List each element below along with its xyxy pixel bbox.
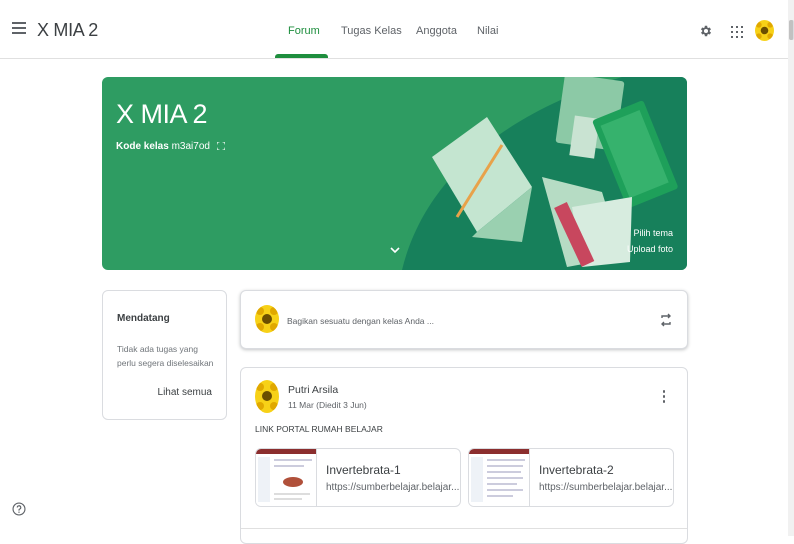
post-author: Putri Arsila <box>288 384 339 396</box>
attachment-url: https://sumberbelajar.belajar... <box>539 482 673 493</box>
repost-icon[interactable] <box>659 312 673 328</box>
class-code: Kode kelas m3ai7od <box>116 141 225 152</box>
chevron-down-icon[interactable] <box>389 245 401 255</box>
upcoming-card: Mendatang Tidak ada tugas yang perlu seg… <box>102 290 227 420</box>
upcoming-title: Mendatang <box>117 313 170 324</box>
more-options-icon[interactable] <box>661 390 667 404</box>
tab-nilai[interactable]: Nilai <box>477 25 498 37</box>
account-avatar[interactable] <box>755 20 774 41</box>
class-banner: X MIA 2 Kode kelas m3ai7od Pilih tema Up… <box>102 77 687 270</box>
attachment-thumbnail <box>469 449 530 506</box>
banner-class-title: X MIA 2 <box>116 99 208 129</box>
tab-forum[interactable]: Forum <box>288 25 320 37</box>
fullscreen-icon[interactable] <box>216 142 225 150</box>
divider <box>241 528 687 529</box>
user-avatar <box>255 305 279 333</box>
attachment-title: Invertebrata-1 <box>326 463 401 477</box>
class-title[interactable]: X MIA 2 <box>37 20 98 41</box>
post-text: LINK PORTAL RUMAH BELAJAR <box>255 424 383 434</box>
upcoming-empty-text: Tidak ada tugas yang perlu segera disele… <box>117 344 214 368</box>
class-code-label: Kode kelas <box>116 141 169 152</box>
author-avatar <box>255 380 279 413</box>
scrollbar[interactable] <box>788 0 794 536</box>
upload-photo-link[interactable]: Upload foto <box>627 244 673 254</box>
see-all-link[interactable]: Lihat semua <box>158 387 212 398</box>
attachment-card[interactable]: Invertebrata-1 https://sumberbelajar.bel… <box>255 448 461 507</box>
attachment-title: Invertebrata-2 <box>539 463 614 477</box>
share-box[interactable]: Bagikan sesuatu dengan kelas Anda ... <box>240 290 688 349</box>
apps-grid-icon[interactable] <box>731 26 743 38</box>
tab-anggota[interactable]: Anggota <box>416 25 457 37</box>
post-card: Putri Arsila 11 Mar (Diedit 3 Jun) LINK … <box>240 367 688 544</box>
share-input[interactable]: Bagikan sesuatu dengan kelas Anda ... <box>287 316 434 326</box>
post-date: 11 Mar (Diedit 3 Jun) <box>288 400 367 410</box>
top-app-bar: X MIA 2 Forum Tugas Kelas Anggota Nilai <box>0 0 788 59</box>
select-theme-link[interactable]: Pilih tema <box>633 228 673 238</box>
attachment-thumbnail <box>256 449 317 506</box>
class-code-value: m3ai7od <box>171 141 210 152</box>
tab-tugas-kelas[interactable]: Tugas Kelas <box>341 25 402 37</box>
gear-icon[interactable] <box>699 24 713 38</box>
attachment-card[interactable]: Invertebrata-2 https://sumberbelajar.bel… <box>468 448 674 507</box>
help-icon[interactable] <box>12 502 26 516</box>
attachment-url: https://sumberbelajar.belajar... <box>326 482 460 493</box>
active-tab-indicator <box>275 54 328 58</box>
menu-icon[interactable] <box>12 22 26 34</box>
